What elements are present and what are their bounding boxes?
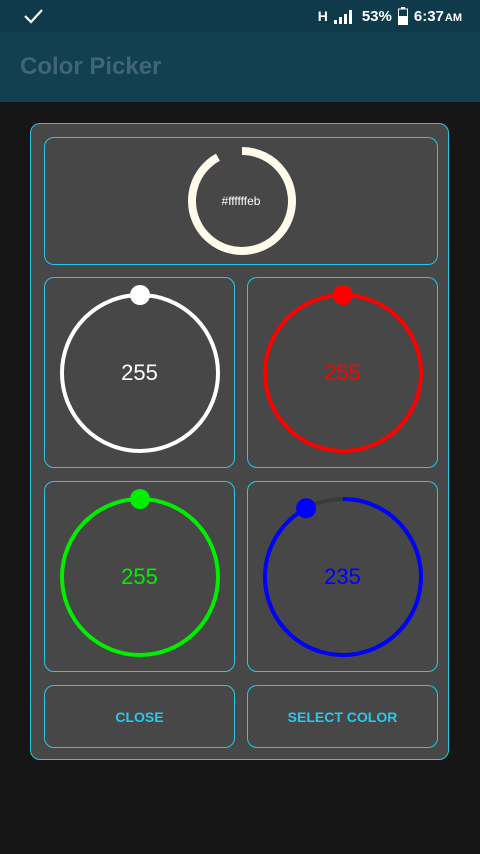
color-picker-dialog: #ffffffeb 255 255 255 235 CLOSE SELECT C… <box>30 123 449 760</box>
bottom-area <box>0 800 480 854</box>
red-value: 255 <box>324 360 361 385</box>
check-icon <box>24 9 43 24</box>
app-title: Color Picker <box>20 53 162 80</box>
red-knob-panel: 255 <box>247 277 438 468</box>
signal-icon <box>333 10 352 24</box>
color-preview: #ffffffeb <box>44 137 438 265</box>
hex-value: #ffffffeb <box>221 194 261 208</box>
blue-knob-panel: 235 <box>247 481 438 672</box>
status-bar: H 53% 6:37AM <box>0 0 480 32</box>
white-knob-panel: 255 <box>44 277 235 468</box>
green-knob-panel: 255 <box>44 481 235 672</box>
app-bar: Color Picker <box>0 32 480 102</box>
green-value: 255 <box>121 564 158 589</box>
white-dial-handle[interactable] <box>130 285 150 305</box>
blue-dial-handle[interactable] <box>296 498 317 519</box>
red-dial-handle[interactable] <box>333 285 353 305</box>
white-value: 255 <box>121 360 158 385</box>
close-button[interactable]: CLOSE <box>44 685 235 748</box>
blue-value: 235 <box>324 564 361 589</box>
network-type-label: H <box>317 8 328 24</box>
green-dial-handle[interactable] <box>130 489 150 509</box>
select-color-button[interactable]: SELECT COLOR <box>247 685 438 748</box>
battery-icon <box>397 7 408 25</box>
battery-percent: 53% <box>361 7 392 25</box>
clock: 6:37AM <box>413 7 462 25</box>
